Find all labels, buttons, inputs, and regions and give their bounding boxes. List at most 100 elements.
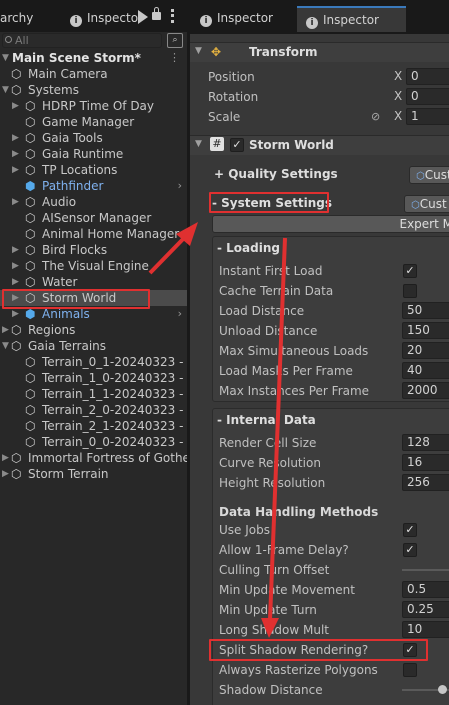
expert-mode-button[interactable]: Expert M (212, 215, 449, 233)
internal-data-foldout[interactable]: - Internal Data (217, 410, 316, 430)
quality-settings-foldout[interactable]: + Quality Settings (214, 164, 338, 184)
hierarchy-item-gaia-runtime[interactable]: ▶ ⬡ Gaia Runtime (0, 146, 188, 162)
chevron-right-icon[interactable]: › (178, 306, 182, 322)
hierarchy-item-animal-home[interactable]: ⬡ Animal Home Manager (0, 226, 188, 242)
hierarchy-item-terrain[interactable]: ⬡ Terrain_2_0-20240323 - (0, 402, 188, 418)
max-instances-field[interactable]: 2000 (402, 382, 449, 399)
lock-icon[interactable] (152, 12, 161, 20)
curve-resolution-field[interactable]: 16 (402, 454, 449, 471)
link-icon[interactable]: ⊘ (371, 110, 380, 123)
gameobject-icon: ⬡ (25, 227, 36, 241)
max-simultaneous-field[interactable]: 20 (402, 342, 449, 359)
quality-custom-dropdown[interactable]: ⬡Cust (409, 166, 449, 184)
expand-arrow-icon[interactable]: ▼ (2, 50, 12, 66)
render-cell-size-field[interactable]: 128 (402, 434, 449, 451)
gameobject-icon: ⬡ (11, 339, 22, 353)
hierarchy-item-gaia-tools[interactable]: ▶ ⬡ Gaia Tools (0, 130, 188, 146)
hierarchy-item-hdrp[interactable]: ▶ ⬡ HDRP Time Of Day (0, 98, 188, 114)
loading-foldout[interactable]: - Loading (217, 238, 280, 258)
hierarchy-item-tp-locations[interactable]: ▶ ⬡ TP Locations (0, 162, 188, 178)
unload-distance-field[interactable]: 150 (402, 322, 449, 339)
allow-delay-checkbox[interactable]: ✓ (403, 543, 417, 557)
hierarchy-search-input[interactable]: All (2, 33, 162, 48)
gameobject-icon: ⬡ (25, 275, 36, 289)
hierarchy-item-gaia-terrains[interactable]: ▼ ⬡ Gaia Terrains (0, 338, 188, 354)
axis-x-label: X (394, 109, 403, 123)
scene-row[interactable]: ▼ Main Scene Storm* ⋮ (0, 50, 188, 66)
shadow-distance-label: Shadow Distance (219, 683, 323, 697)
info-icon: i (70, 15, 82, 27)
hierarchy-item-terrain[interactable]: ⬡ Terrain_1_1-20240323 - 1 (0, 386, 188, 402)
hierarchy-item-storm-terrain[interactable]: ▶ ⬡ Storm Terrain (0, 466, 188, 482)
transform-header[interactable]: ▼ ✥ Transform (190, 42, 449, 62)
item-label: Regions (28, 323, 76, 337)
custom-label: Cust (424, 168, 449, 182)
gameobject-icon: ⬡ (25, 115, 36, 129)
expand-arrow-icon[interactable]: ▶ (12, 130, 22, 146)
tab-inspector-3[interactable]: i Inspector (297, 6, 406, 32)
rotation-x-field[interactable]: 0 (406, 88, 449, 105)
item-label: Pathfinder (42, 179, 104, 193)
use-jobs-checkbox[interactable]: ✓ (403, 523, 417, 537)
load-distance-field[interactable]: 50 (402, 302, 449, 319)
expand-arrow-icon[interactable]: ▶ (12, 274, 22, 290)
expand-arrow-icon[interactable]: ▶ (12, 98, 22, 114)
chevron-right-icon[interactable]: › (178, 178, 182, 194)
position-x-field[interactable]: 0 (406, 68, 449, 85)
tab-inspector-2[interactable]: i Inspector (196, 6, 290, 32)
expand-arrow-icon[interactable]: ▶ (12, 258, 22, 274)
always-rasterize-checkbox[interactable] (403, 663, 417, 677)
system-custom-dropdown[interactable]: ⬡Cust (404, 195, 449, 213)
hierarchy-item-aisensor[interactable]: ⬡ AISensor Manager (0, 210, 188, 226)
scale-x-field[interactable]: 1 (406, 108, 449, 125)
item-label: The Visual Engine (42, 259, 149, 273)
max-simultaneous-label: Max Simultaneous Loads (219, 344, 369, 358)
expand-arrow-icon[interactable]: ▶ (12, 146, 22, 162)
hierarchy-item-systems[interactable]: ▼ ⬡ Systems (0, 82, 188, 98)
item-label: AISensor Manager (42, 211, 152, 225)
hierarchy-item-regions[interactable]: ▶ ⬡ Regions (0, 322, 188, 338)
shadow-distance-slider-handle[interactable] (438, 685, 447, 694)
expand-arrow-icon[interactable]: ▶ (12, 162, 22, 178)
hierarchy-item-terrain[interactable]: ⬡ Terrain_1_0-20240323 - 1 (0, 370, 188, 386)
hierarchy-item-terrain[interactable]: ⬡ Terrain_0_1-20240323 - 1 (0, 354, 188, 370)
expand-arrow-icon[interactable]: ▶ (12, 242, 22, 258)
load-masks-field[interactable]: 40 (402, 362, 449, 379)
height-resolution-field[interactable]: 256 (402, 474, 449, 491)
min-update-turn-field[interactable]: 0.25 (402, 601, 449, 618)
culling-turn-offset-label: Culling Turn Offset (219, 563, 330, 577)
component-enabled-checkbox[interactable]: ✓ (230, 138, 244, 152)
item-label: Animal Home Manager (42, 227, 180, 241)
hierarchy-item-game-manager[interactable]: ⬡ Game Manager (0, 114, 188, 130)
hierarchy-item-audio[interactable]: ▶ ⬡ Audio (0, 194, 188, 210)
hierarchy-item-bird-flocks[interactable]: ▶ ⬡ Bird Flocks (0, 242, 188, 258)
instant-first-load-checkbox[interactable]: ✓ (403, 264, 417, 278)
hierarchy-item-terrain[interactable]: ⬡ Terrain_0_0-20240323 - (0, 434, 188, 450)
item-label: Gaia Tools (42, 131, 103, 145)
gameobject-icon: ⬡ (25, 163, 36, 177)
search-filter-button[interactable]: ⌕ (167, 33, 183, 48)
storm-world-header[interactable]: ▼ # ✓ Storm World (190, 135, 449, 155)
hierarchy-item-main-camera[interactable]: ⬡ Main Camera (0, 66, 188, 82)
cache-terrain-checkbox[interactable] (403, 284, 417, 298)
hierarchy-item-terrain[interactable]: ⬡ Terrain_2_1-20240323 - 1 (0, 418, 188, 434)
more-options-icon[interactable] (171, 9, 174, 23)
hierarchy-item-visual-engine[interactable]: ▶ ⬡ The Visual Engine (0, 258, 188, 274)
item-label: HDRP Time Of Day (42, 99, 155, 113)
culling-turn-offset-slider[interactable] (402, 569, 449, 571)
min-update-movement-field[interactable]: 0.5 (402, 581, 449, 598)
collapse-arrow-icon[interactable]: ▼ (195, 46, 202, 56)
hierarchy-item-pathfinder[interactable]: ⬢ Pathfinder › (0, 178, 188, 194)
tab-scroll-icon[interactable] (138, 10, 148, 24)
max-instances-label: Max Instances Per Frame (219, 384, 370, 398)
position-label: Position (208, 70, 255, 84)
item-label: Terrain_2_1-20240323 - 1 (42, 419, 188, 433)
scene-menu-icon[interactable]: ⋮ (169, 50, 180, 66)
hierarchy-item-immortal-fortress[interactable]: ▶ ⬡ Immortal Fortress of Gother (0, 450, 188, 466)
long-shadow-mult-field[interactable]: 10 (402, 621, 449, 638)
collapse-arrow-icon[interactable]: ▼ (195, 139, 202, 149)
expand-arrow-icon[interactable]: ▶ (12, 194, 22, 210)
tab-hierarchy[interactable]: archy (0, 6, 58, 32)
hierarchy-item-water[interactable]: ▶ ⬡ Water (0, 274, 188, 290)
tab-inspector-1[interactable]: i Inspecto (66, 6, 138, 32)
